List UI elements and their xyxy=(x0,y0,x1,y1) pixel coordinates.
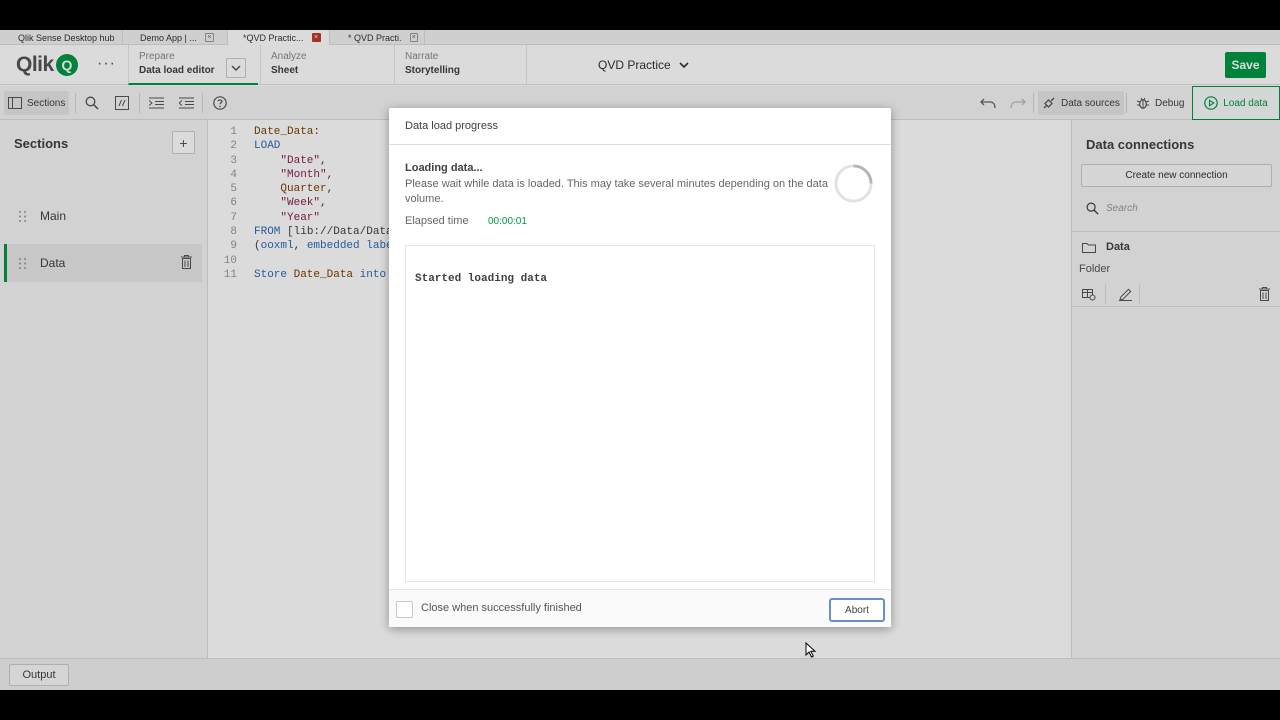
elapsed-time-label: Elapsed time xyxy=(405,215,469,227)
close-when-finished-label[interactable]: Close when successfully finished xyxy=(421,602,582,614)
loading-status: Loading data... xyxy=(405,162,483,174)
dialog-footer: Close when successfully finished Abort xyxy=(389,589,891,627)
close-when-finished-checkbox[interactable] xyxy=(396,601,413,618)
app-window: Qlik Sense Desktop hub Demo App | ... × … xyxy=(0,30,1280,690)
load-log[interactable]: Started loading data xyxy=(405,245,875,582)
load-log-text: Started loading data xyxy=(415,273,548,285)
loading-spinner-icon xyxy=(834,164,873,203)
data-load-progress-dialog: Data load progress Loading data... Pleas… xyxy=(389,108,891,627)
dialog-title: Data load progress xyxy=(389,108,891,145)
abort-button[interactable]: Abort xyxy=(829,598,885,622)
loading-message: Please wait while data is loaded. This m… xyxy=(405,178,828,205)
mouse-cursor-icon xyxy=(805,642,816,658)
elapsed-time-value: 00:00:01 xyxy=(488,216,527,227)
